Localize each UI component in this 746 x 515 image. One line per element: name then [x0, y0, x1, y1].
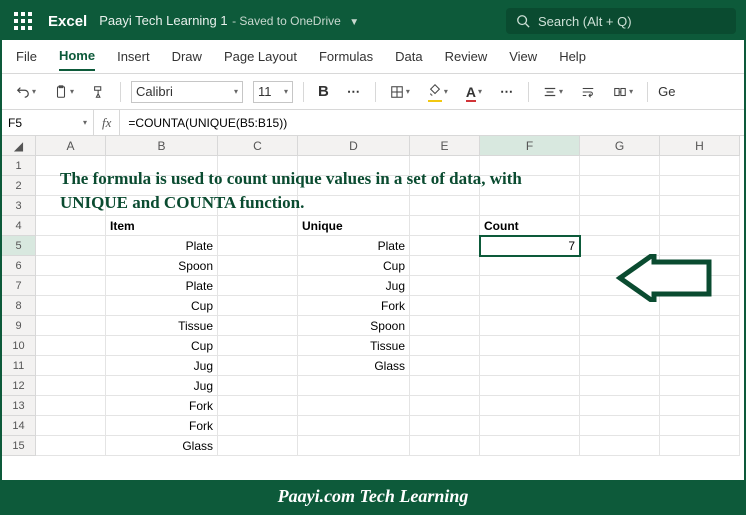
more-font-button[interactable]: ⋯	[343, 82, 365, 102]
cell-unique[interactable]: Spoon	[298, 316, 410, 336]
formula-bar-row: F5▾ fx =COUNTA(UNIQUE(B5:B15))	[2, 110, 744, 136]
cell-item[interactable]: Glass	[106, 436, 218, 456]
ribbon-toolbar: ▾ ▾ Calibri▾ 11▾ B ⋯ ▾ ▾ A▾ ⋯ ▾ ▾ Ge	[2, 74, 744, 110]
app-launcher-icon[interactable]	[10, 8, 36, 34]
tab-draw[interactable]: Draw	[172, 43, 202, 70]
row-header[interactable]: 10	[2, 336, 36, 356]
row-header[interactable]: 15	[2, 436, 36, 456]
fill-color-button[interactable]: ▾	[424, 81, 452, 102]
font-size-value: 11	[258, 84, 272, 99]
tab-home[interactable]: Home	[59, 42, 95, 71]
row-header[interactable]: 3	[2, 196, 36, 216]
cell-count[interactable]: 7	[480, 236, 580, 256]
cell-item[interactable]: Spoon	[106, 256, 218, 276]
document-title[interactable]: Paayi Tech Learning 1 - Saved to OneDriv…	[99, 12, 359, 30]
cell-unique[interactable]: Tissue	[298, 336, 410, 356]
undo-button[interactable]: ▾	[12, 83, 40, 101]
merge-button[interactable]: ▾	[609, 83, 637, 101]
bold-button[interactable]: B	[314, 81, 333, 102]
cell-item[interactable]: Jug	[106, 356, 218, 376]
cell[interactable]	[36, 156, 106, 176]
doc-name: Paayi Tech Learning 1	[99, 13, 227, 28]
header-unique[interactable]: Unique	[298, 216, 410, 236]
format-painter-button[interactable]	[88, 83, 110, 101]
tab-data[interactable]: Data	[395, 43, 422, 70]
cell-item[interactable]: Fork	[106, 416, 218, 436]
row-header[interactable]: 4	[2, 216, 36, 236]
row-header[interactable]: 12	[2, 376, 36, 396]
tab-formulas[interactable]: Formulas	[319, 43, 373, 70]
cell-reference: F5	[8, 116, 22, 130]
font-color-button[interactable]: A▾	[462, 82, 486, 102]
header-count[interactable]: Count	[480, 216, 580, 236]
cell-unique[interactable]: Cup	[298, 256, 410, 276]
row-header[interactable]: 13	[2, 396, 36, 416]
clipboard-button[interactable]: ▾	[50, 83, 78, 101]
col-header[interactable]: F	[480, 136, 580, 156]
row-header[interactable]: 7	[2, 276, 36, 296]
cell-item[interactable]: Jug	[106, 376, 218, 396]
more-format-button[interactable]: ⋯	[496, 82, 518, 102]
tab-help[interactable]: Help	[559, 43, 586, 70]
cell-item[interactable]: Cup	[106, 336, 218, 356]
cell-unique[interactable]: Jug	[298, 276, 410, 296]
ribbon-tabs: File Home Insert Draw Page Layout Formul…	[2, 40, 744, 74]
col-header[interactable]: A	[36, 136, 106, 156]
search-input[interactable]: Search (Alt + Q)	[506, 8, 736, 34]
tab-review[interactable]: Review	[445, 43, 488, 70]
fx-label[interactable]: fx	[94, 110, 120, 135]
row-header[interactable]: 11	[2, 356, 36, 376]
align-middle-button[interactable]: ▾	[539, 83, 567, 101]
col-header[interactable]: E	[410, 136, 480, 156]
general-format-button[interactable]: Ge	[658, 84, 678, 99]
chevron-down-icon: ▼	[349, 17, 359, 28]
select-all-corner[interactable]: ◢	[2, 136, 36, 156]
name-box[interactable]: F5▾	[2, 110, 94, 135]
cell-unique[interactable]: Fork	[298, 296, 410, 316]
col-header[interactable]: C	[218, 136, 298, 156]
cell-unique[interactable]: Plate	[298, 236, 410, 256]
tab-view[interactable]: View	[509, 43, 537, 70]
arrow-annotation-icon	[614, 254, 714, 302]
col-header[interactable]: D	[298, 136, 410, 156]
formula-bar[interactable]: =COUNTA(UNIQUE(B5:B15))	[120, 116, 744, 130]
cell-item[interactable]: Fork	[106, 396, 218, 416]
footer-branding: Paayi.com Tech Learning	[2, 480, 744, 513]
row-header[interactable]: 5	[2, 236, 36, 256]
search-placeholder: Search (Alt + Q)	[538, 14, 632, 29]
font-family-select[interactable]: Calibri▾	[131, 81, 243, 103]
cell-item[interactable]: Plate	[106, 276, 218, 296]
row-header[interactable]: 6	[2, 256, 36, 276]
row-header[interactable]: 8	[2, 296, 36, 316]
col-header[interactable]: G	[580, 136, 660, 156]
search-icon	[516, 14, 530, 28]
cell-item[interactable]: Plate	[106, 236, 218, 256]
row-header[interactable]: 9	[2, 316, 36, 336]
cell-item[interactable]: Tissue	[106, 316, 218, 336]
row-header[interactable]: 2	[2, 176, 36, 196]
app-name: Excel	[48, 13, 87, 30]
title-bar: Excel Paayi Tech Learning 1 - Saved to O…	[2, 2, 744, 40]
row-header[interactable]: 1	[2, 156, 36, 176]
tab-insert[interactable]: Insert	[117, 43, 150, 70]
header-item[interactable]: Item	[106, 216, 218, 236]
save-status: - Saved to OneDrive	[232, 14, 341, 28]
col-header[interactable]: B	[106, 136, 218, 156]
wrap-text-button[interactable]	[577, 83, 599, 101]
font-family-value: Calibri	[136, 84, 173, 99]
cell-item[interactable]: Cup	[106, 296, 218, 316]
tab-page-layout[interactable]: Page Layout	[224, 43, 297, 70]
cell-unique[interactable]: Glass	[298, 356, 410, 376]
tab-file[interactable]: File	[16, 43, 37, 70]
font-size-select[interactable]: 11▾	[253, 81, 293, 103]
borders-button[interactable]: ▾	[386, 83, 414, 101]
row-header[interactable]: 14	[2, 416, 36, 436]
col-header[interactable]: H	[660, 136, 740, 156]
